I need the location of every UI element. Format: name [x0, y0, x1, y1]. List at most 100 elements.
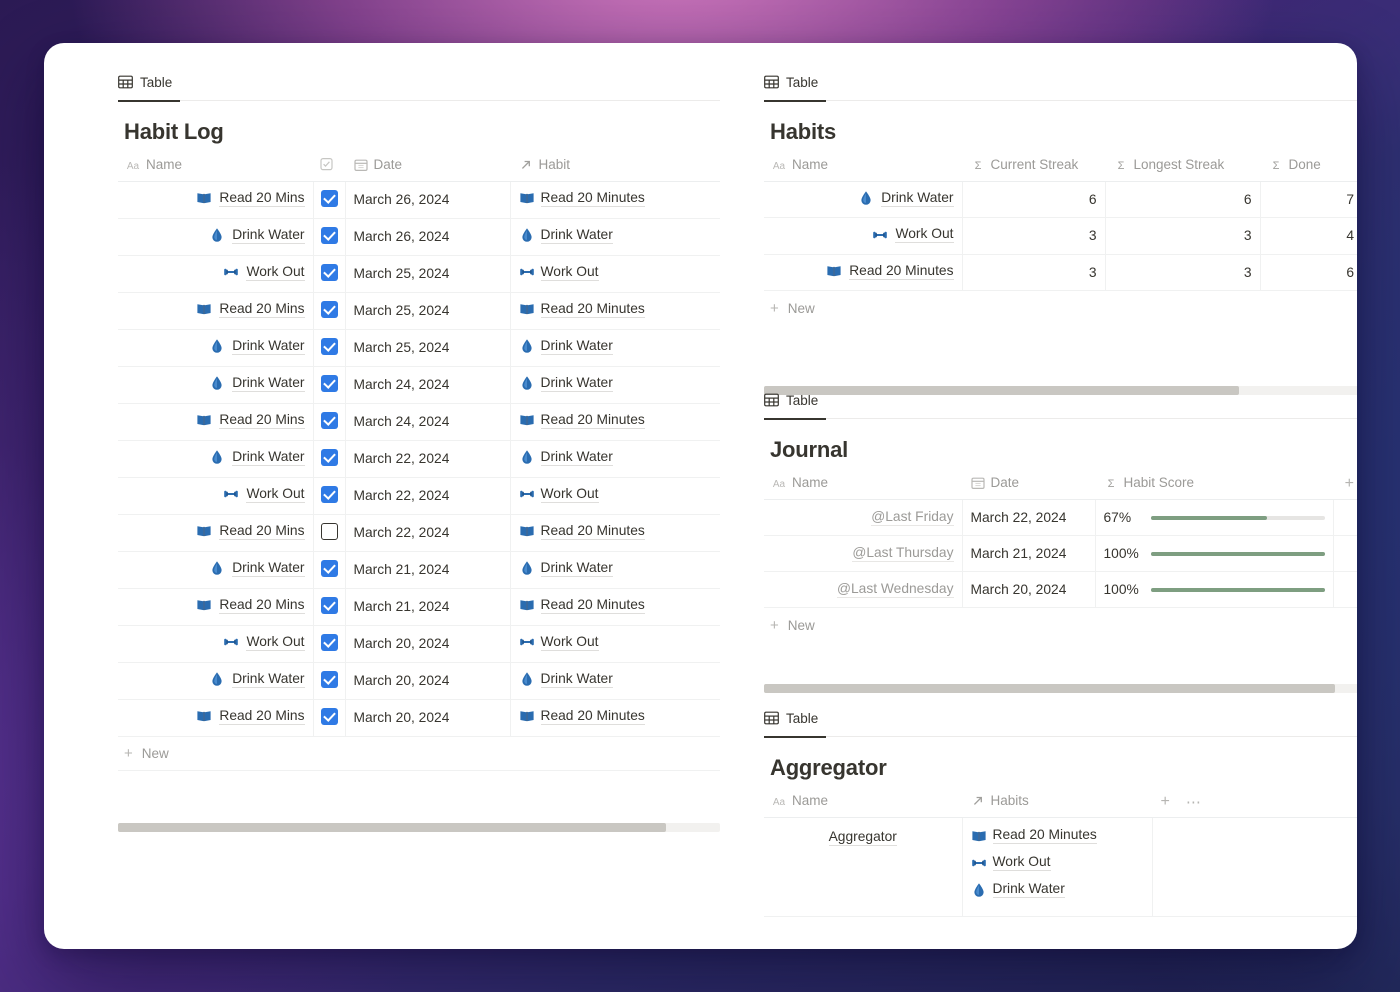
column-header-date[interactable]: Date [962, 469, 1095, 500]
cell-name[interactable]: Drink Water [118, 218, 313, 255]
cell-current-streak[interactable]: 3 [962, 218, 1105, 255]
row-name-cell[interactable]: Drink Water [209, 671, 304, 688]
cell-date[interactable]: March 24, 2024 [345, 366, 510, 403]
cell-done[interactable] [313, 514, 345, 551]
row-name-cell[interactable]: Read 20 Mins [196, 523, 304, 540]
checkbox-checked[interactable] [321, 375, 338, 392]
cell-date[interactable]: March 21, 2024 [345, 551, 510, 588]
column-header-current-streak[interactable]: Σ Current Streak [962, 151, 1105, 181]
habit-relation-pill[interactable]: Read 20 Minutes [519, 597, 645, 614]
cell-habit-score[interactable]: 100% [1095, 572, 1333, 608]
journal-new-row[interactable]: + New [764, 608, 1357, 642]
cell-date[interactable]: March 25, 2024 [345, 292, 510, 329]
cell-longest-streak[interactable]: 6 [1105, 181, 1260, 218]
cell-name[interactable]: Read 20 Mins [118, 292, 313, 329]
habit-relation-pill[interactable]: Read 20 Minutes [519, 523, 645, 540]
habit-relation-pill[interactable]: Drink Water [519, 375, 613, 392]
column-header-name[interactable]: Aa Name [764, 469, 962, 500]
checkbox-checked[interactable] [321, 338, 338, 355]
habit-log-scrollbar-thumb[interactable] [118, 823, 666, 832]
checkbox-checked[interactable] [321, 301, 338, 318]
row-name-cell[interactable]: Read 20 Mins [196, 708, 304, 725]
checkbox-checked[interactable] [321, 671, 338, 688]
cell-habit[interactable]: Drink Water [510, 329, 720, 366]
cell-current-streak[interactable]: 6 [962, 181, 1105, 218]
cell-habit-score[interactable]: 67% [1095, 500, 1333, 536]
habit-relation-pill[interactable]: Drink Water [519, 338, 613, 355]
tab-table[interactable]: Table [764, 63, 826, 101]
table-row[interactable]: Work OutMarch 20, 2024Work Out [118, 625, 720, 662]
cell-habit[interactable]: Work Out [510, 477, 720, 514]
cell-done[interactable]: 6 [1260, 254, 1357, 291]
column-header-habits[interactable]: Habits [962, 787, 1152, 818]
habit-relation-pill[interactable]: Read 20 Minutes [519, 190, 645, 207]
habit-relation-pill[interactable]: Drink Water [519, 560, 613, 577]
habit-relation-pill[interactable]: Drink Water [519, 449, 613, 466]
table-row[interactable]: Work OutMarch 25, 2024Work Out [118, 255, 720, 292]
row-name-cell[interactable]: Aggregator [829, 829, 897, 846]
table-row[interactable]: Read 20 Mins March 25, 2024 Read 20 Minute… [118, 292, 720, 329]
table-row[interactable]: Read 20 MinsMarch 22, 2024Read 20 Minute… [118, 514, 720, 551]
cell-date[interactable]: March 20, 2024 [345, 662, 510, 699]
row-name-cell[interactable]: Drink Water [209, 338, 304, 355]
table-row[interactable]: Read 20 MinsMarch 21, 2024Read 20 Minute… [118, 588, 720, 625]
checkbox-checked[interactable] [321, 227, 338, 244]
cell-name[interactable]: @Last Wednesday [764, 572, 962, 608]
row-name-cell[interactable]: @Last Wednesday [837, 581, 954, 598]
journal-scrollbar[interactable] [764, 684, 1357, 693]
column-header-done[interactable] [313, 151, 345, 181]
cell-habit[interactable]: Drink Water [510, 440, 720, 477]
table-row[interactable]: Read 20 MinsMarch 24, 2024Read 20 Minute… [118, 403, 720, 440]
cell-done[interactable]: 7 [1260, 181, 1357, 218]
habit-relation-pill[interactable]: Work Out [519, 486, 599, 503]
table-row[interactable]: AggregatorRead 20 MinutesWork OutDrink W… [764, 818, 1357, 917]
habit-relation-pill[interactable]: Drink Water [519, 671, 613, 688]
row-name-cell[interactable]: @Last Thursday [852, 545, 953, 562]
table-row[interactable]: @Last ThursdayMarch 21, 2024100% [764, 536, 1357, 572]
cell-habit[interactable]: Work Out [510, 625, 720, 662]
cell-date[interactable]: March 20, 2024 [962, 572, 1095, 608]
row-name-cell[interactable]: Read 20 Mins [196, 190, 304, 207]
habit-log-new-row[interactable]: + New [118, 737, 720, 771]
column-header-longest-streak[interactable]: Σ Longest Streak [1105, 151, 1260, 181]
habit-relation-pill[interactable]: Read 20 Minutes [519, 301, 645, 318]
row-name-cell[interactable]: Drink Water [858, 190, 953, 207]
cell-done[interactable] [313, 329, 345, 366]
habit-relation-pill[interactable]: Read 20 Minutes [971, 827, 1144, 844]
cell-name[interactable]: Read 20 Mins [118, 403, 313, 440]
row-name-cell[interactable]: @Last Friday [871, 509, 953, 526]
table-row[interactable]: Drink Water March 24, 2024 Drink Water [118, 366, 720, 403]
cell-habit[interactable]: Work Out [510, 255, 720, 292]
cell-done[interactable] [313, 477, 345, 514]
table-row[interactable]: Drink WaterMarch 25, 2024Drink Water [118, 329, 720, 366]
habit-relation-pill[interactable]: Work Out [519, 264, 599, 281]
column-header-done[interactable]: Σ Done [1260, 151, 1357, 181]
cell-habit-score[interactable]: 100% [1095, 536, 1333, 572]
row-name-cell[interactable]: Work Out [223, 486, 304, 503]
cell-habit[interactable]: Read 20 Minutes [510, 403, 720, 440]
cell-done[interactable] [313, 440, 345, 477]
cell-name[interactable]: @Last Thursday [764, 536, 962, 572]
cell-date[interactable]: March 26, 2024 [345, 181, 510, 218]
row-name-cell[interactable]: Drink Water [209, 449, 304, 466]
cell-date[interactable]: March 26, 2024 [345, 218, 510, 255]
cell-date[interactable]: March 21, 2024 [345, 588, 510, 625]
column-header-name[interactable]: Aa Name [118, 151, 313, 181]
cell-done[interactable] [313, 588, 345, 625]
cell-name[interactable]: Read 20 Mins [118, 514, 313, 551]
table-row[interactable]: Drink WaterMarch 26, 2024Drink Water [118, 218, 720, 255]
tab-table[interactable]: Table [764, 699, 826, 737]
cell-name[interactable]: Drink Water [118, 662, 313, 699]
cell-done[interactable] [313, 255, 345, 292]
cell-habit[interactable]: Read 20 Minutes [510, 514, 720, 551]
table-row[interactable]: Drink Water March 20, 2024 Drink Water [118, 662, 720, 699]
row-name-cell[interactable]: Drink Water [209, 375, 304, 392]
cell-done[interactable] [313, 403, 345, 440]
cell-done[interactable] [313, 699, 345, 736]
column-header-name[interactable]: Aa Name [764, 787, 962, 818]
cell-habit[interactable]: Read 20 Minutes [510, 292, 720, 329]
checkbox-checked[interactable] [321, 708, 338, 725]
cell-date[interactable]: March 20, 2024 [345, 699, 510, 736]
journal-scrollbar-thumb[interactable] [764, 684, 1335, 693]
row-name-cell[interactable]: Read 20 Mins [196, 301, 304, 318]
